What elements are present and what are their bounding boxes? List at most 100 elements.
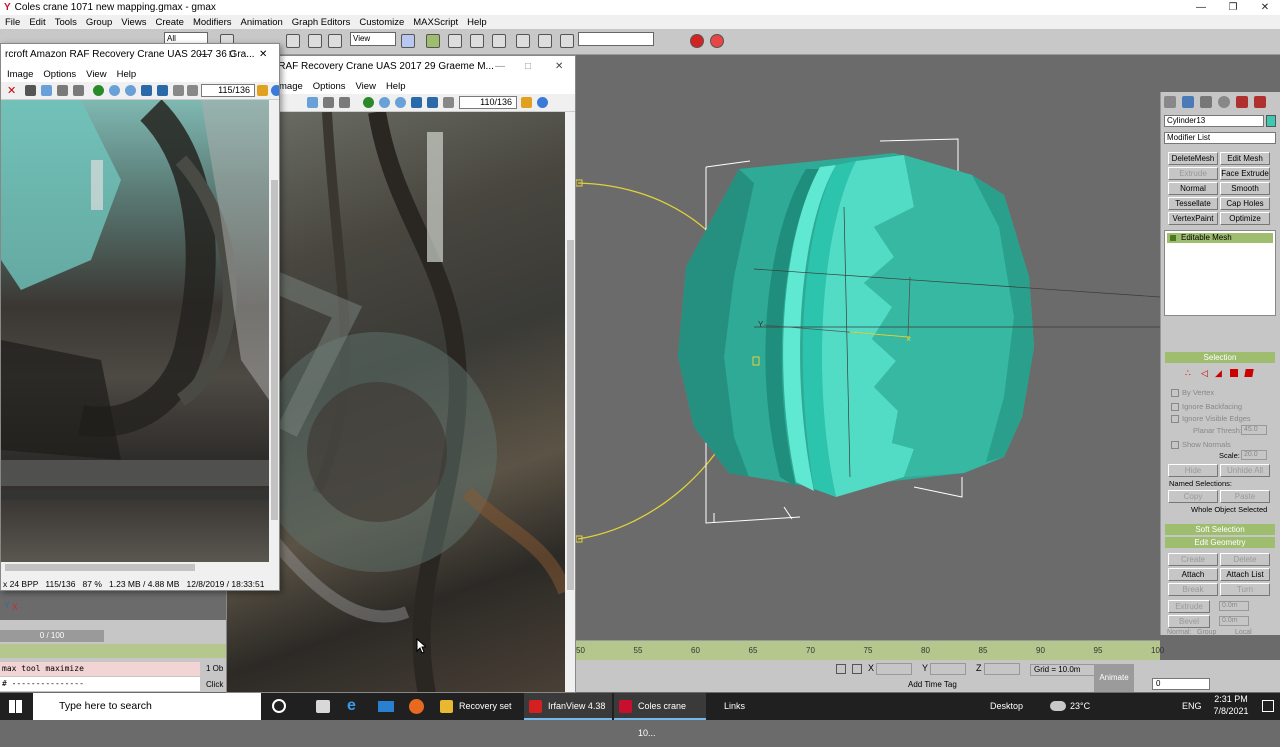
iv1-menu-image[interactable]: Image [7,69,33,80]
uniform-scale-icon[interactable] [328,34,342,48]
iv2-help-icon[interactable] [537,97,548,108]
iv1-edit-icon[interactable] [257,85,268,96]
clock-date[interactable]: 7/8/2021 [1208,706,1254,716]
mail-icon[interactable] [378,701,394,712]
extrude-modifier-button[interactable]: Extrude [1168,167,1218,180]
menu-views[interactable]: Views [121,17,146,28]
minimize-icon[interactable]: — [1186,0,1216,15]
iv1-hscroll-thumb[interactable] [5,564,195,571]
system-tray-icons[interactable] [1098,701,1168,713]
iv1-prev-icon[interactable] [141,85,152,96]
firefox-icon[interactable] [409,699,424,714]
current-frame-field[interactable]: 0 [1152,678,1210,690]
weather-cloud-icon[interactable] [1050,701,1066,711]
edge-icon[interactable]: e [347,697,356,715]
trackbar[interactable]: 50 55 60 65 70 75 80 85 90 95 100 [574,640,1164,660]
restrict-x-icon[interactable] [426,34,440,48]
element-icon[interactable] [1244,369,1254,377]
align-icon[interactable] [538,34,552,48]
attach-button[interactable]: Attach [1168,568,1218,581]
delete-button[interactable]: Delete [1220,553,1270,566]
iv1-cut-icon[interactable] [25,85,36,96]
bevel-spinner[interactable]: 0.0m [1219,616,1249,626]
object-color-swatch[interactable] [1266,115,1276,127]
taskbar-app-irfanview[interactable]: IrfanView 4.38 [524,693,612,720]
perspective-viewport[interactable]: × Y [574,57,1161,635]
absolute-mode-icon[interactable] [852,664,862,674]
iv1-menu-options[interactable]: Options [43,69,76,80]
smooth-button[interactable]: Smooth [1220,182,1270,195]
quick-render-icon[interactable] [710,34,724,48]
planar-thresh-spinner[interactable]: 45.0 [1241,425,1267,435]
scale-spinner[interactable]: 20.0 [1241,450,1267,460]
taskbar-app-gmax[interactable]: Coles crane 10... [614,693,706,738]
iv1-zoom-in-icon[interactable] [109,85,120,96]
taskbar-links-toolbar[interactable]: Links [700,693,760,720]
iv2-slideshow-icon[interactable] [443,97,454,108]
iv1-undo-icon[interactable] [73,85,84,96]
bevel-button[interactable]: Bevel [1168,615,1210,628]
iv2-menu-help[interactable]: Help [386,81,406,92]
editmesh-button[interactable]: Edit Mesh [1220,152,1270,165]
iv1-copy-icon[interactable] [41,85,52,96]
object-name-field[interactable]: Cylinder13 [1164,115,1264,127]
lock-selection-icon[interactable] [836,664,846,674]
iv2-vertical-scrollbar[interactable] [565,112,575,692]
normal-button[interactable]: Normal [1168,182,1218,195]
iv1-close-icon[interactable]: ✕ [259,44,267,66]
menu-animation[interactable]: Animation [241,17,283,28]
modifier-list-dropdown[interactable]: Modifier List [1164,132,1276,144]
iv2-info-icon[interactable] [363,97,374,108]
polygon-icon[interactable] [1230,369,1238,377]
hierarchy-tab-icon[interactable] [1200,96,1212,108]
menu-create[interactable]: Create [155,17,184,28]
normal-local-radio[interactable]: Local [1235,629,1252,636]
reference-coordinate-dropdown[interactable]: View [350,32,396,46]
by-vertex-checkbox[interactable]: By Vertex [1171,388,1214,397]
maxscript-mini-listener[interactable]: max tool maximize [0,662,200,676]
iv1-next-icon[interactable] [157,85,168,96]
soft-selection-rollout-header[interactable]: Soft Selection [1165,524,1275,535]
iv2-paste-icon[interactable] [323,97,334,108]
iv1-zoom-out-icon[interactable] [125,85,136,96]
iv1-scroll-thumb[interactable] [271,180,278,520]
irfanview-window-1[interactable]: rcroft Amazon RAF Recovery Crane UAS 201… [0,43,280,591]
add-time-tag-button[interactable]: Add Time Tag [908,680,957,689]
iv2-undo-icon[interactable] [339,97,350,108]
iv2-minimize-icon[interactable]: — [495,56,505,78]
stack-item-editable-mesh[interactable]: Editable Mesh [1167,233,1273,243]
utilities-tab-icon[interactable] [1254,96,1266,108]
ignore-visible-edges-checkbox[interactable]: Ignore Visible Edges [1171,414,1251,423]
iv1-help-icon[interactable] [271,85,279,96]
y-coord-field[interactable] [930,663,966,675]
face-icon[interactable]: ◢ [1215,368,1222,379]
menu-customize[interactable]: Customize [359,17,404,28]
break-button[interactable]: Break [1168,583,1218,596]
x-coord-field[interactable] [876,663,912,675]
iv1-settings-icon[interactable] [187,85,198,96]
notifications-icon[interactable] [1262,700,1274,712]
taskbar-search-box[interactable]: Type here to search [33,693,261,720]
create-tab-icon[interactable] [1164,96,1176,108]
iv1-slideshow-icon[interactable] [173,85,184,96]
iv1-delete-icon[interactable]: ✕ [7,84,16,97]
store-icon[interactable] [316,700,330,713]
cap-holes-button[interactable]: Cap Holes [1220,197,1270,210]
motion-tab-icon[interactable] [1218,96,1230,108]
menu-file[interactable]: File [5,17,20,28]
show-normals-checkbox[interactable]: Show Normals [1171,440,1231,449]
material-icon[interactable] [560,34,574,48]
left-trackbar[interactable] [0,644,226,658]
cortana-icon[interactable] [272,699,286,713]
close-icon[interactable]: ✕ [1250,0,1280,15]
iv2-edit-icon[interactable] [521,97,532,108]
rotate-icon[interactable] [286,34,300,48]
named-selection-dropdown[interactable] [578,32,654,46]
normal-group-radio[interactable]: Group [1197,629,1216,636]
menu-graph-editors[interactable]: Graph Editors [292,17,351,28]
maxscript-output[interactable]: # --------------- [0,677,200,691]
iv2-prev-icon[interactable] [411,97,422,108]
scale-icon[interactable] [308,34,322,48]
ignore-backfacing-checkbox[interactable]: Ignore Backfacing [1171,402,1242,411]
iv2-zoom-out-icon[interactable] [395,97,406,108]
